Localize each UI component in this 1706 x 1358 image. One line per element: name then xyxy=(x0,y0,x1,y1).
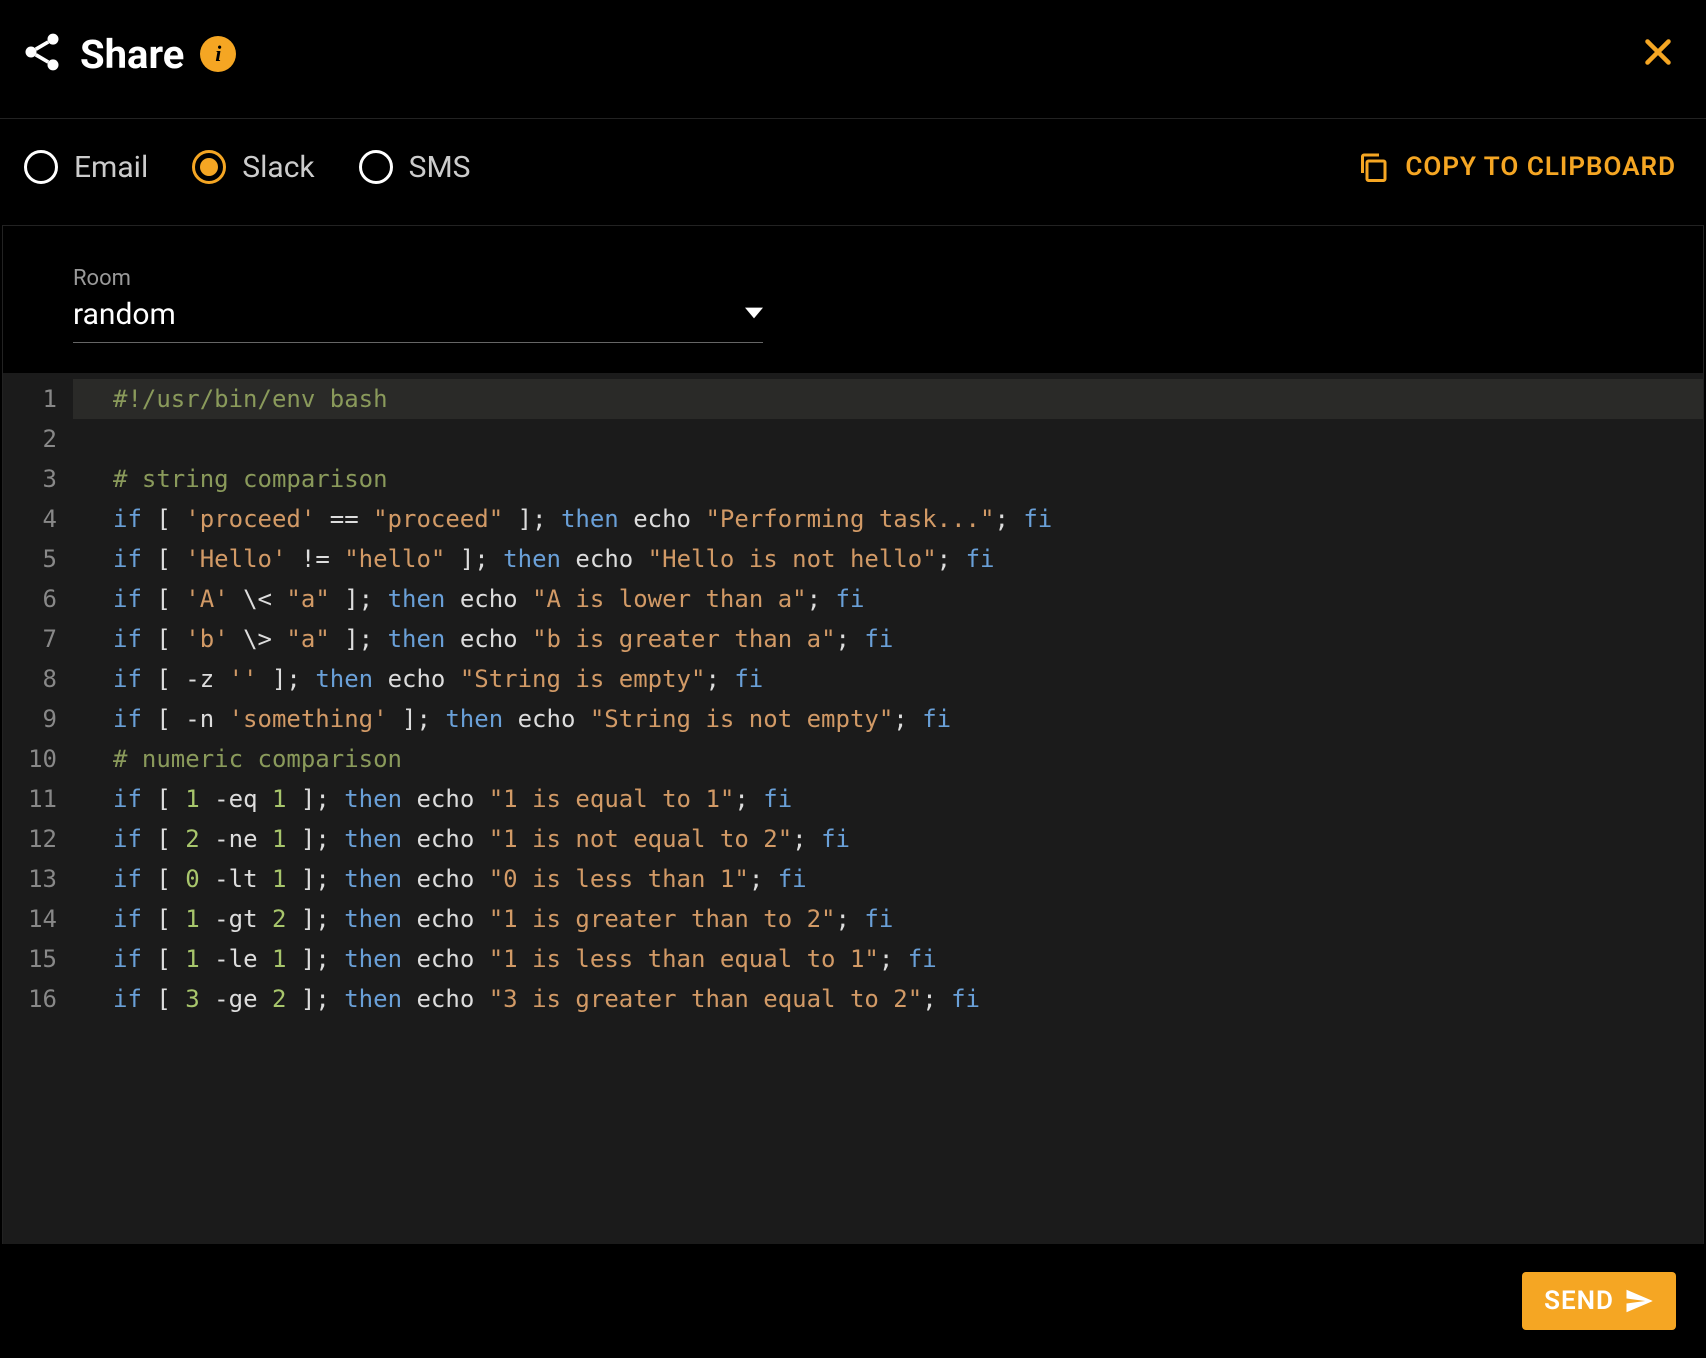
code-line: 1#!/usr/bin/env bash xyxy=(3,379,1703,419)
room-label: Room xyxy=(73,266,1703,291)
code-line: 12if [ 2 -ne 1 ]; then echo "1 is not eq… xyxy=(3,819,1703,859)
code-content: if [ 0 -lt 1 ]; then echo "0 is less tha… xyxy=(73,859,1703,899)
radio-icon xyxy=(24,150,58,184)
code-line: 15if [ 1 -le 1 ]; then echo "1 is less t… xyxy=(3,939,1703,979)
code-line: 7if [ 'b' \> "a" ]; then echo "b is grea… xyxy=(3,619,1703,659)
code-content: if [ 'Hello' != "hello" ]; then echo "He… xyxy=(73,539,1703,579)
code-line: 5if [ 'Hello' != "hello" ]; then echo "H… xyxy=(3,539,1703,579)
code-editor[interactable]: 1#!/usr/bin/env bash23# string compariso… xyxy=(3,373,1703,1244)
code-line: 8if [ -z '' ]; then echo "String is empt… xyxy=(3,659,1703,699)
line-number: 15 xyxy=(3,939,73,979)
code-content: if [ 1 -eq 1 ]; then echo "1 is equal to… xyxy=(73,779,1703,819)
radio-label: Slack xyxy=(242,150,314,185)
radio-slack[interactable]: Slack xyxy=(192,150,314,185)
code-line: 2 xyxy=(3,419,1703,459)
code-line: 10# numeric comparison xyxy=(3,739,1703,779)
code-line: 9if [ -n 'something' ]; then echo "Strin… xyxy=(3,699,1703,739)
send-button[interactable]: SEND xyxy=(1522,1272,1676,1330)
code-content: if [ 2 -ne 1 ]; then echo "1 is not equa… xyxy=(73,819,1703,859)
radio-icon xyxy=(359,150,393,184)
code-content: # string comparison xyxy=(73,459,1703,499)
send-icon xyxy=(1624,1286,1654,1316)
modal-body: Room random 1#!/usr/bin/env bash23# stri… xyxy=(2,225,1704,1244)
room-value: random xyxy=(73,297,176,332)
modal-title: Share xyxy=(80,31,184,78)
line-number: 8 xyxy=(3,659,73,699)
send-label: SEND xyxy=(1544,1286,1614,1316)
room-field: Room random xyxy=(3,226,1703,373)
radio-sms[interactable]: SMS xyxy=(359,150,471,185)
code-line: 6if [ 'A' \< "a" ]; then echo "A is lowe… xyxy=(3,579,1703,619)
code-content: #!/usr/bin/env bash xyxy=(73,379,1703,419)
modal-header: Share i xyxy=(0,0,1706,119)
line-number: 6 xyxy=(3,579,73,619)
code-line: 13if [ 0 -lt 1 ]; then echo "0 is less t… xyxy=(3,859,1703,899)
code-content: if [ -z '' ]; then echo "String is empty… xyxy=(73,659,1703,699)
line-number: 1 xyxy=(3,379,73,419)
share-controls: Email Slack SMS COPY TO CLIPBOARD xyxy=(0,119,1706,225)
code-content: if [ -n 'something' ]; then echo "String… xyxy=(73,699,1703,739)
code-content xyxy=(73,419,1703,459)
modal-footer: SEND xyxy=(0,1244,1706,1358)
code-line: 4if [ 'proceed' == "proceed" ]; then ech… xyxy=(3,499,1703,539)
share-icon xyxy=(20,30,64,78)
copy-label: COPY TO CLIPBOARD xyxy=(1405,152,1676,182)
copy-to-clipboard-button[interactable]: COPY TO CLIPBOARD xyxy=(1355,149,1676,185)
line-number: 16 xyxy=(3,979,73,1019)
code-content: if [ 'b' \> "a" ]; then echo "b is great… xyxy=(73,619,1703,659)
line-number: 7 xyxy=(3,619,73,659)
line-number: 14 xyxy=(3,899,73,939)
code-content: if [ 'A' \< "a" ]; then echo "A is lower… xyxy=(73,579,1703,619)
code-line: 14if [ 1 -gt 2 ]; then echo "1 is greate… xyxy=(3,899,1703,939)
code-line: 16if [ 3 -ge 2 ]; then echo "3 is greate… xyxy=(3,979,1703,1019)
line-number: 3 xyxy=(3,459,73,499)
code-content: if [ 1 -gt 2 ]; then echo "1 is greater … xyxy=(73,899,1703,939)
chevron-down-icon xyxy=(745,304,763,326)
info-icon[interactable]: i xyxy=(200,36,236,72)
line-number: 12 xyxy=(3,819,73,859)
radio-icon xyxy=(192,150,226,184)
room-select[interactable]: random xyxy=(73,297,763,343)
close-icon xyxy=(1640,34,1676,70)
radio-label: Email xyxy=(74,150,148,185)
share-modal: Share i EmailSlackSMS COPY TO CLIPBOARD … xyxy=(0,0,1706,1358)
line-number: 4 xyxy=(3,499,73,539)
line-number: 13 xyxy=(3,859,73,899)
share-method-radios: Email Slack SMS xyxy=(24,150,470,185)
line-number: 2 xyxy=(3,419,73,459)
code-line: 3# string comparison xyxy=(3,459,1703,499)
code-content: if [ 1 -le 1 ]; then echo "1 is less tha… xyxy=(73,939,1703,979)
line-number: 11 xyxy=(3,779,73,819)
code-content: if [ 3 -ge 2 ]; then echo "3 is greater … xyxy=(73,979,1703,1019)
close-button[interactable] xyxy=(1640,34,1676,74)
copy-icon xyxy=(1355,149,1391,185)
header-left: Share i xyxy=(20,30,236,78)
code-content: # numeric comparison xyxy=(73,739,1703,779)
radio-label: SMS xyxy=(409,150,471,185)
radio-email[interactable]: Email xyxy=(24,150,148,185)
line-number: 9 xyxy=(3,699,73,739)
code-line: 11if [ 1 -eq 1 ]; then echo "1 is equal … xyxy=(3,779,1703,819)
code-content: if [ 'proceed' == "proceed" ]; then echo… xyxy=(73,499,1703,539)
line-number: 5 xyxy=(3,539,73,579)
line-number: 10 xyxy=(3,739,73,779)
